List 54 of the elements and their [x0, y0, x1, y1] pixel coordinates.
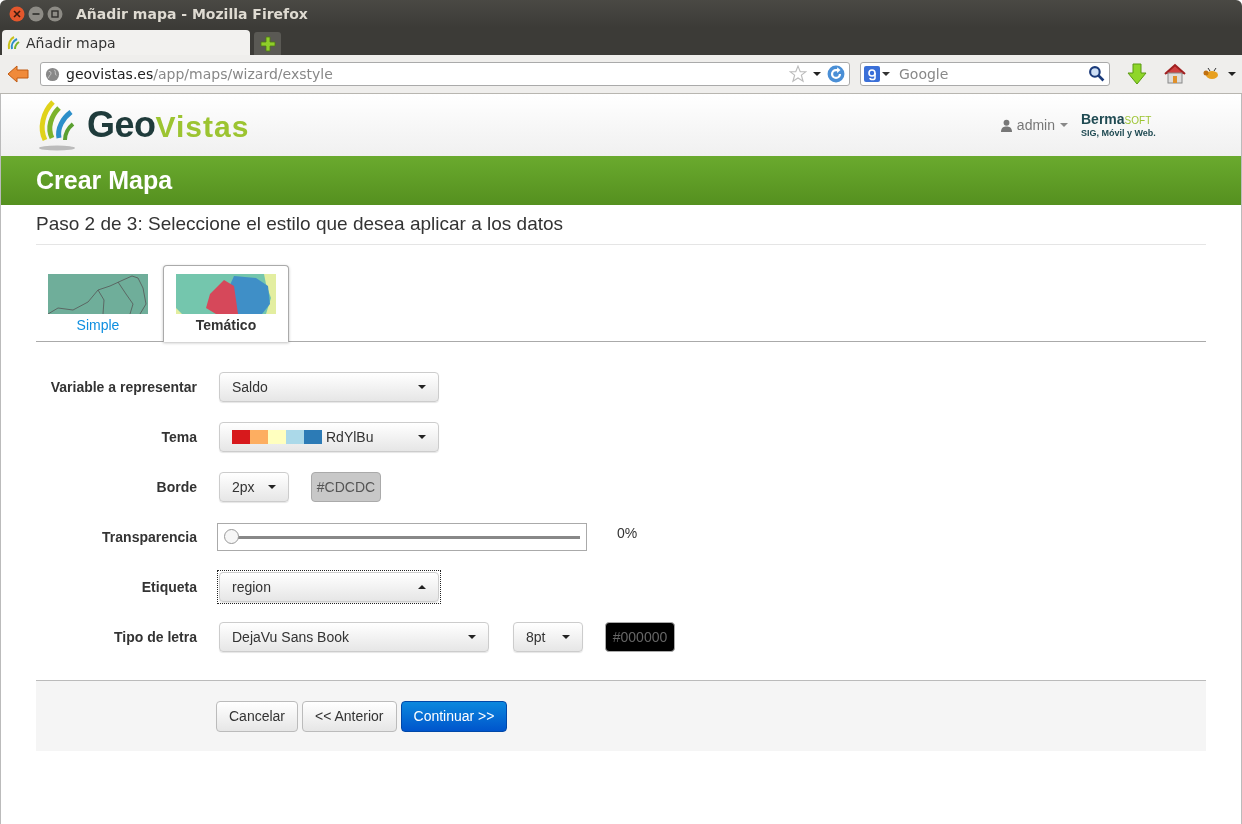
- dropdown[interactable]: region: [219, 572, 439, 602]
- style-tab[interactable]: Simple: [35, 265, 161, 342]
- dropdown[interactable]: 8pt: [513, 622, 583, 652]
- slider[interactable]: [217, 523, 587, 551]
- page-title: Crear Mapa: [36, 166, 173, 195]
- dropdown[interactable]: RdYlBu: [219, 422, 439, 452]
- new-tab-button[interactable]: [254, 32, 281, 55]
- partner-logo-text: BermaSOFT: [1081, 112, 1153, 128]
- user-icon[interactable]: [1000, 118, 1012, 132]
- menu-caret-icon[interactable]: [1228, 72, 1236, 76]
- minimize-icon[interactable]: [28, 6, 44, 22]
- wizard-button[interactable]: Cancelar: [216, 700, 299, 732]
- address-bar[interactable]: geovistas.es/app/maps/wizard/exstyle: [40, 62, 850, 86]
- dropdown[interactable]: 2px: [219, 472, 289, 502]
- search-icon[interactable]: [1088, 65, 1105, 82]
- slider-value: 0%: [617, 525, 638, 541]
- caret-icon: [418, 435, 426, 439]
- plus-icon: [259, 35, 276, 52]
- back-arrow-icon[interactable]: [6, 64, 30, 84]
- field-label: Transparencia: [101, 529, 198, 545]
- style-tab[interactable]: Temático: [163, 265, 289, 342]
- caret-icon: [468, 635, 476, 639]
- color-field[interactable]: #000000: [605, 622, 675, 652]
- caret-icon: [418, 585, 426, 589]
- continue-button[interactable]: Continuar >>: [400, 700, 508, 732]
- bug-icon[interactable]: [1202, 67, 1220, 81]
- field-label: Etiqueta: [140, 579, 198, 595]
- color-field[interactable]: #CDCDC: [311, 472, 381, 502]
- favicon-icon: [6, 34, 22, 51]
- search-field[interactable]: Google: [860, 62, 1110, 86]
- download-arrow-icon[interactable]: [1126, 63, 1148, 85]
- globe-icon: [45, 66, 60, 82]
- field-label: Tipo de letra: [113, 629, 198, 645]
- close-icon[interactable]: [9, 6, 25, 22]
- user-menu[interactable]: admin: [1016, 117, 1055, 133]
- logo-text: GeoVistas: [87, 104, 250, 146]
- field-label: Borde: [155, 479, 198, 495]
- maximize-icon[interactable]: [47, 6, 63, 22]
- dropdown[interactable]: Saldo: [219, 372, 439, 402]
- wizard-button[interactable]: << Anterior: [302, 700, 397, 732]
- field-label: Tema: [160, 429, 198, 445]
- caret-icon: [418, 385, 426, 389]
- caret-icon[interactable]: [813, 72, 821, 76]
- step-heading: Paso 2 de 3: Seleccione el estilo que desea aplicar a los datos: [36, 205, 1206, 245]
- window-title: Añadir mapa - Mozilla Firefox: [76, 6, 308, 22]
- star-icon[interactable]: [789, 65, 807, 83]
- field-label: Variable a representar: [49, 379, 198, 395]
- caret-icon: [268, 485, 276, 489]
- caret-icon: [562, 635, 570, 639]
- dropdown[interactable]: DejaVu Sans Book: [219, 622, 489, 652]
- browser-tab[interactable]: Añadir mapa: [2, 30, 250, 55]
- reload-icon[interactable]: [827, 65, 845, 83]
- home-icon[interactable]: [1164, 63, 1186, 85]
- partner-tagline: SIG, Móvil y Web.: [1081, 128, 1157, 138]
